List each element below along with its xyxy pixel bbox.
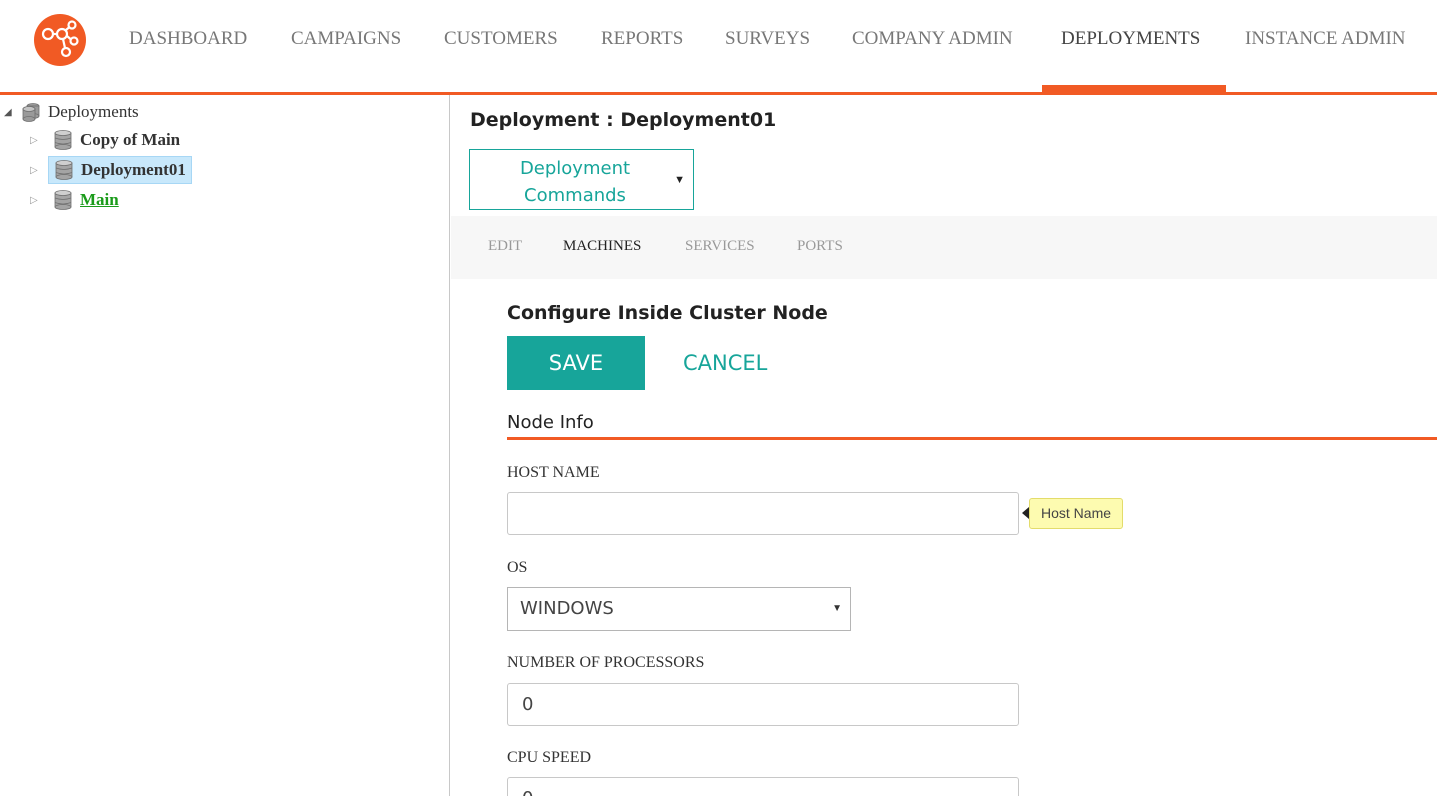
tree-item-deployment01[interactable]: ▷ Deployment01 <box>30 156 192 184</box>
tab-edit[interactable]: EDIT <box>488 238 522 255</box>
cancel-button[interactable]: CANCEL <box>683 336 793 390</box>
nav-campaigns[interactable]: CAMPAIGNS <box>291 28 401 50</box>
nav-dashboard[interactable]: DASHBOARD <box>129 28 247 50</box>
tree-item-box[interactable]: Copy of Main <box>48 126 185 154</box>
tree-item-main[interactable]: ▷ Main <box>30 186 124 214</box>
tree-item-copy-of-main[interactable]: ▷ Copy of Main <box>30 126 185 154</box>
host-name-label: HOST NAME <box>507 464 600 481</box>
tree-root-label: Deployments <box>48 102 139 121</box>
os-label: OS <box>507 559 528 576</box>
tree-item-link-label[interactable]: Main <box>80 190 119 210</box>
deployments-tree: ◢ Deployments ▷ Copy of Main ▷ Deploymen… <box>0 95 450 796</box>
num-processors-input[interactable]: 0 <box>507 683 1019 726</box>
tooltip-arrow <box>1022 507 1029 519</box>
tab-bar: EDIT MACHINES SERVICES PORTS <box>451 216 1437 279</box>
expanded-arrow-icon[interactable]: ◢ <box>4 107 22 118</box>
tree-item-label: Deployment01 <box>81 160 186 179</box>
tree-item-box[interactable]: Main <box>48 186 124 214</box>
tree-item-box-selected[interactable]: Deployment01 <box>48 156 192 184</box>
tab-machines[interactable]: MACHINES <box>563 238 641 255</box>
tab-ports[interactable]: PORTS <box>797 238 843 255</box>
host-name-tooltip: Host Name <box>1029 498 1124 529</box>
tree-item-label: Copy of Main <box>80 130 181 149</box>
cpu-speed-label: CPU SPEED <box>507 749 592 766</box>
collapsed-arrow-icon[interactable]: ▷ <box>30 135 48 146</box>
chevron-down-icon: ▼ <box>832 603 842 614</box>
os-selected-value: WINDOWS <box>520 598 614 619</box>
database-icon <box>55 160 73 180</box>
nav-company-admin[interactable]: COMPANY ADMIN <box>852 28 1013 50</box>
os-select[interactable]: WINDOWS ▼ <box>507 587 851 631</box>
host-name-input[interactable] <box>507 492 1019 535</box>
section-title: Configure Inside Cluster Node <box>507 302 828 324</box>
nav-deployments[interactable]: DEPLOYMENTS <box>1061 28 1200 50</box>
collapsed-arrow-icon[interactable]: ▷ <box>30 165 48 176</box>
group-divider <box>507 437 1437 440</box>
top-navigation-bar: DASHBOARD CAMPAIGNS CUSTOMERS REPORTS SU… <box>0 0 1437 95</box>
nav-surveys[interactable]: SURVEYS <box>725 28 810 50</box>
nav-reports[interactable]: REPORTS <box>601 28 683 50</box>
database-stack-icon <box>22 103 40 122</box>
collapsed-arrow-icon[interactable]: ▷ <box>30 195 48 206</box>
nav-customers[interactable]: CUSTOMERS <box>444 28 558 50</box>
caret-down-icon: ▼ <box>674 174 685 186</box>
save-button[interactable]: SAVE <box>507 336 645 390</box>
cpu-speed-input[interactable]: 0 <box>507 777 1019 796</box>
tree-root-deployments[interactable]: ◢ Deployments <box>4 101 139 123</box>
deployment-commands-label: Deployment Commands <box>519 158 631 206</box>
database-icon <box>54 190 72 210</box>
nav-instance-admin[interactable]: INSTANCE ADMIN <box>1245 28 1406 50</box>
num-processors-label: NUMBER OF PROCESSORS <box>507 654 705 671</box>
database-icon <box>54 130 72 150</box>
app-logo-icon[interactable] <box>34 14 86 66</box>
tab-services[interactable]: SERVICES <box>685 238 755 255</box>
deployment-commands-dropdown[interactable]: Deployment Commands ▼ <box>469 149 694 210</box>
group-title-node-info: Node Info <box>507 412 594 433</box>
page-title: Deployment : Deployment01 <box>470 109 777 131</box>
main-panel: Deployment : Deployment01 Deployment Com… <box>451 95 1437 796</box>
